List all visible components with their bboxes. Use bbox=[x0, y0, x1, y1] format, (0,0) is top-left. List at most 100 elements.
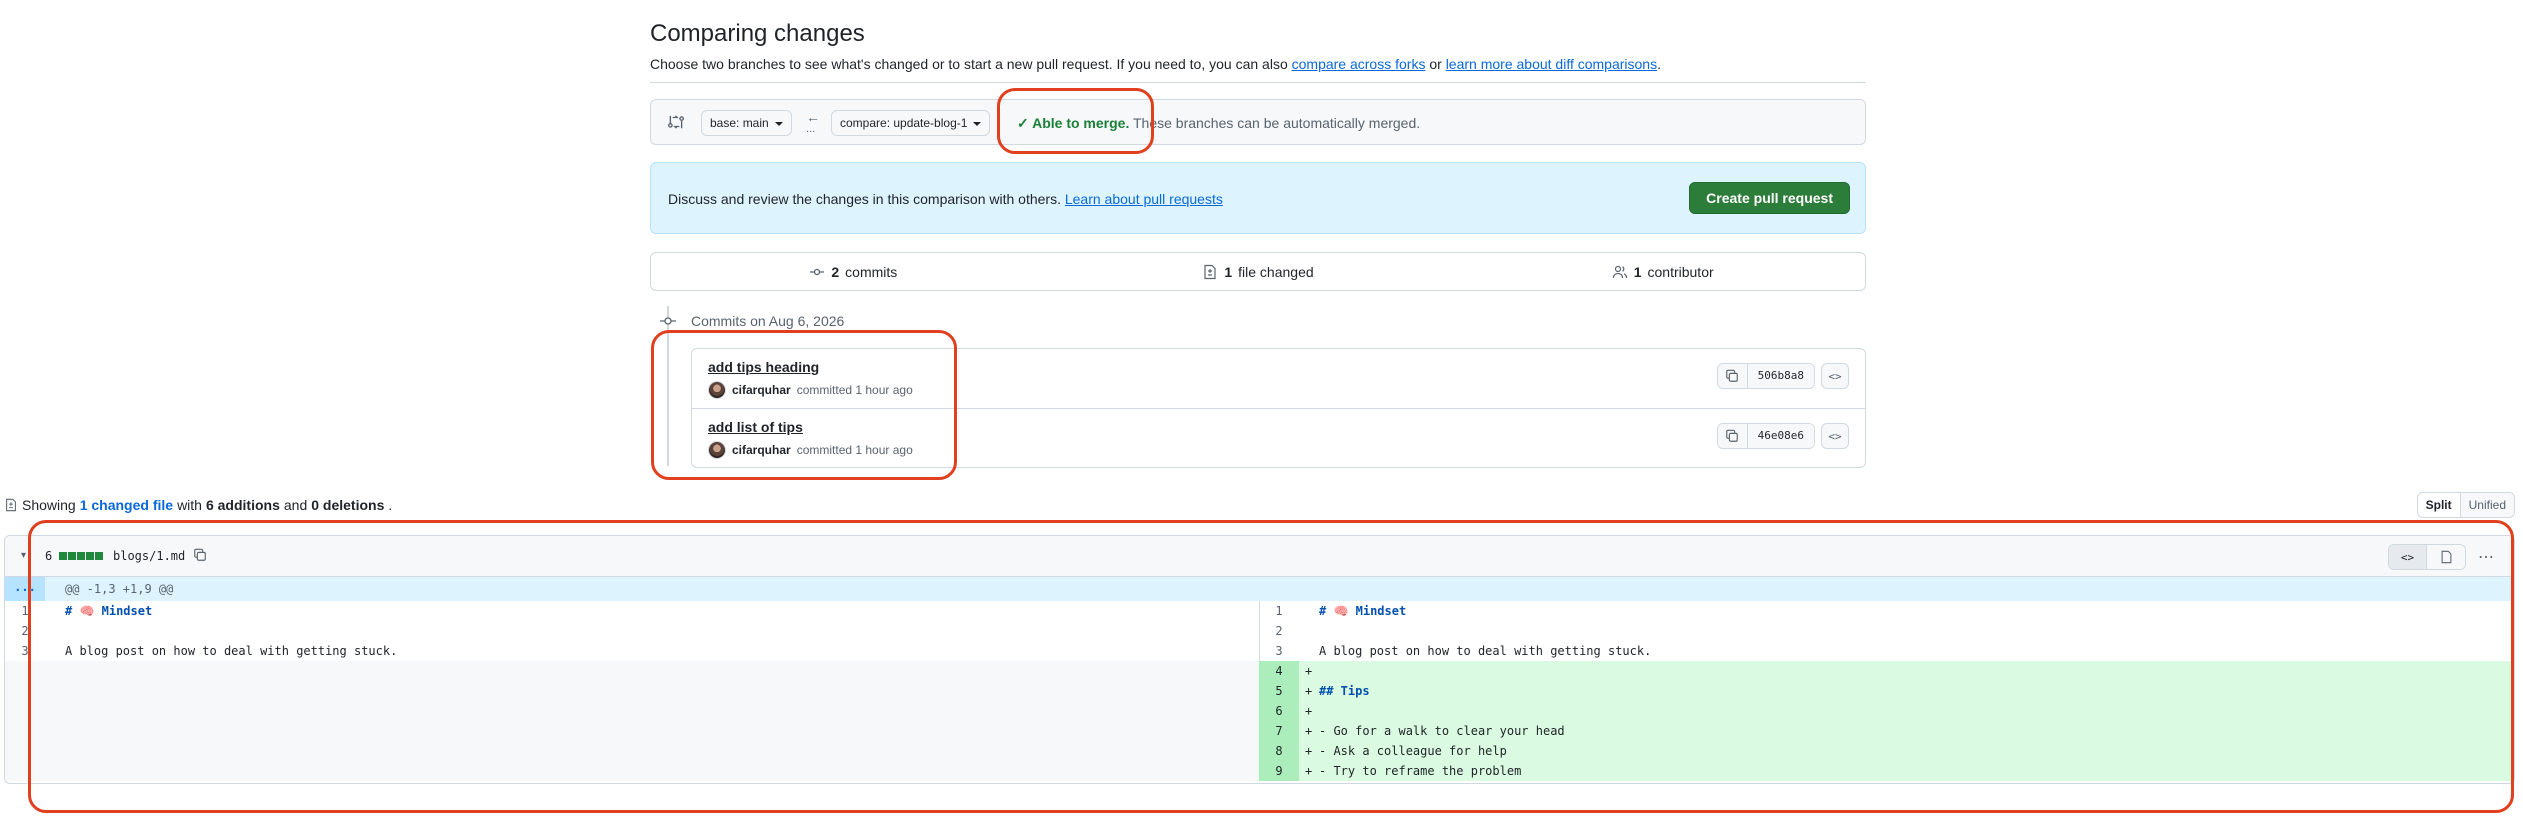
hunk-header: @@ -1,3 +1,9 @@ bbox=[65, 582, 174, 596]
chevron-down-icon bbox=[973, 121, 982, 126]
avatar[interactable] bbox=[708, 381, 726, 399]
learn-diff-link[interactable]: learn more about diff comparisons bbox=[1446, 56, 1657, 72]
merge-status-text: These branches can be automatically merg… bbox=[1132, 115, 1421, 131]
right-line-content: - Ask a colleague for help bbox=[1319, 744, 1507, 758]
left-line-number[interactable]: 3 bbox=[5, 641, 45, 661]
page-subtitle: Choose two branches to see what's change… bbox=[650, 56, 1661, 72]
left-line-number[interactable]: 1 bbox=[5, 601, 45, 621]
kebab-menu-icon[interactable]: ⋯ bbox=[2472, 547, 2500, 567]
file-icon[interactable] bbox=[2427, 545, 2465, 569]
branch-range-bar: base: main ← ... compare: update-blog-1 … bbox=[650, 99, 1866, 145]
right-line-number[interactable]: 2 bbox=[1259, 621, 1299, 641]
chevron-down-icon bbox=[774, 121, 783, 126]
additions-count: 6 additions bbox=[205, 497, 280, 513]
callout-message: Discuss and review the changes in this c… bbox=[668, 191, 1061, 207]
hunk-header-row: ... @@ -1,3 +1,9 @@ bbox=[5, 577, 2514, 601]
changed-files-link[interactable]: 1 changed file bbox=[80, 497, 173, 513]
comparison-summary: 2 commits 1 file changed 1 contributor bbox=[650, 252, 1866, 291]
commit-author[interactable]: cifarquhar bbox=[732, 383, 791, 397]
commits-tab[interactable]: 2 commits bbox=[651, 253, 1056, 290]
files-changed-tab[interactable]: 1 file changed bbox=[1056, 253, 1461, 290]
right-line-content: A blog post on how to deal with getting … bbox=[1319, 644, 1652, 658]
copy-sha-button[interactable] bbox=[1717, 364, 1748, 388]
base-branch-select[interactable]: base: main bbox=[701, 110, 792, 136]
contributors-count: 1 bbox=[1633, 263, 1642, 280]
unified-view-button[interactable]: Unified bbox=[2460, 493, 2514, 517]
right-line-content: # 🧠 Mindset bbox=[1319, 601, 1406, 621]
commit-time: committed 1 hour ago bbox=[796, 383, 913, 397]
compare-forks-link[interactable]: compare across forks bbox=[1292, 56, 1426, 72]
empty-left-cell bbox=[5, 701, 1259, 721]
left-line-content: A blog post on how to deal with getting … bbox=[65, 644, 398, 658]
contributors-tab[interactable]: 1 contributor bbox=[1460, 253, 1865, 290]
git-commit-icon bbox=[810, 268, 825, 275]
files-summary-with: with bbox=[177, 497, 202, 513]
file-diff: ▾ 6 blogs/1.md <> ⋯ ... @@ -1,3 +1,9 @@ … bbox=[4, 535, 2515, 784]
compare-branch-select[interactable]: compare: update-blog-1 bbox=[831, 110, 991, 136]
right-line-number[interactable]: 1 bbox=[1259, 601, 1299, 621]
right-line-content: - Try to reframe the problem bbox=[1319, 764, 1522, 778]
split-view-button[interactable]: Split bbox=[2417, 493, 2461, 517]
diff-row-addition: 8 + - Ask a colleague for help bbox=[5, 741, 2514, 761]
right-line-number[interactable]: 6 bbox=[1259, 701, 1299, 721]
merge-ok-label: ✓ Able to merge. bbox=[1017, 115, 1130, 131]
markdown-heading: ## Tips bbox=[1319, 684, 1370, 698]
learn-pull-requests-link[interactable]: Learn about pull requests bbox=[1065, 191, 1223, 207]
file-actions: <> ⋯ bbox=[2388, 544, 2500, 570]
copy-sha-button[interactable] bbox=[1717, 424, 1748, 448]
files-summary-prefix: Showing bbox=[22, 497, 76, 513]
right-line-content: - Go for a walk to clear your head bbox=[1319, 724, 1565, 738]
addition-marker: + bbox=[1305, 704, 1313, 718]
git-commit-icon bbox=[660, 317, 676, 325]
right-line-number[interactable]: 8 bbox=[1259, 741, 1299, 761]
right-line-number[interactable]: 9 bbox=[1259, 761, 1299, 781]
diffstat-blocks bbox=[59, 552, 103, 560]
browse-repo-button[interactable]: <> bbox=[1821, 363, 1849, 389]
file-name-link[interactable]: blogs/1.md bbox=[113, 549, 185, 563]
empty-left-cell bbox=[5, 681, 1259, 701]
commit-sha-group: 506b8a8 bbox=[1716, 363, 1815, 389]
git-compare-icon[interactable] bbox=[667, 113, 685, 131]
avatar[interactable] bbox=[708, 441, 726, 459]
empty-left-cell bbox=[5, 721, 1259, 741]
file-change-count: 6 bbox=[45, 549, 53, 563]
commit-title-link[interactable]: add tips heading bbox=[708, 359, 819, 375]
diff-view-toggle: Split Unified bbox=[2416, 492, 2515, 518]
create-pull-request-button[interactable]: Create pull request bbox=[1689, 182, 1850, 214]
copy-icon bbox=[1726, 429, 1738, 442]
diff-row: 3 A blog post on how to deal with gettin… bbox=[5, 641, 2514, 661]
code-icon: <> bbox=[1828, 369, 1842, 383]
files-summary: Showing 1 changed file with 6 additions … bbox=[4, 497, 392, 513]
commits-count: 2 bbox=[831, 263, 840, 280]
right-line-number[interactable]: 7 bbox=[1259, 721, 1299, 741]
right-line-number[interactable]: 4 bbox=[1259, 661, 1299, 681]
diff-row: 1 # 🧠 Mindset 1 # 🧠 Mindset bbox=[5, 601, 2514, 621]
code-icon[interactable]: <> bbox=[2389, 545, 2427, 569]
commit-sha-link[interactable]: 46e08e6 bbox=[1747, 424, 1814, 448]
commit-sha-link[interactable]: 506b8a8 bbox=[1747, 364, 1814, 388]
addition-marker: + bbox=[1305, 764, 1313, 778]
diff-row-addition: 7 + - Go for a walk to clear your head bbox=[5, 721, 2514, 741]
addition-background bbox=[1259, 701, 2514, 721]
addition-marker: + bbox=[1305, 724, 1313, 738]
copy-path-button[interactable] bbox=[193, 548, 207, 565]
markdown-heading: # 🧠 Mindset bbox=[65, 604, 153, 618]
markdown-heading: # 🧠 Mindset bbox=[1319, 604, 1407, 618]
files-count: 1 bbox=[1224, 263, 1233, 280]
addition-marker: + bbox=[1305, 664, 1313, 678]
chevron-down-icon[interactable]: ▾ bbox=[21, 550, 26, 561]
commit-author[interactable]: cifarquhar bbox=[732, 443, 791, 457]
diff-row-addition: 4 + bbox=[5, 661, 2514, 681]
right-line-number[interactable]: 5 bbox=[1259, 681, 1299, 701]
left-line-content: # 🧠 Mindset bbox=[65, 601, 152, 621]
left-line-number[interactable]: 2 bbox=[5, 621, 45, 641]
commit-title-link[interactable]: add list of tips bbox=[708, 419, 803, 435]
files-summary-and: and bbox=[283, 497, 308, 513]
arrow-left-icon: ← bbox=[806, 109, 820, 125]
right-line-number[interactable]: 3 bbox=[1259, 641, 1299, 661]
contributors-label: contributor bbox=[1647, 263, 1714, 280]
browse-repo-button[interactable]: <> bbox=[1821, 423, 1849, 449]
diff-row-addition: 6 + bbox=[5, 701, 2514, 721]
expand-hunk-button[interactable]: ... bbox=[5, 577, 45, 601]
file-diff-icon bbox=[6, 498, 16, 512]
